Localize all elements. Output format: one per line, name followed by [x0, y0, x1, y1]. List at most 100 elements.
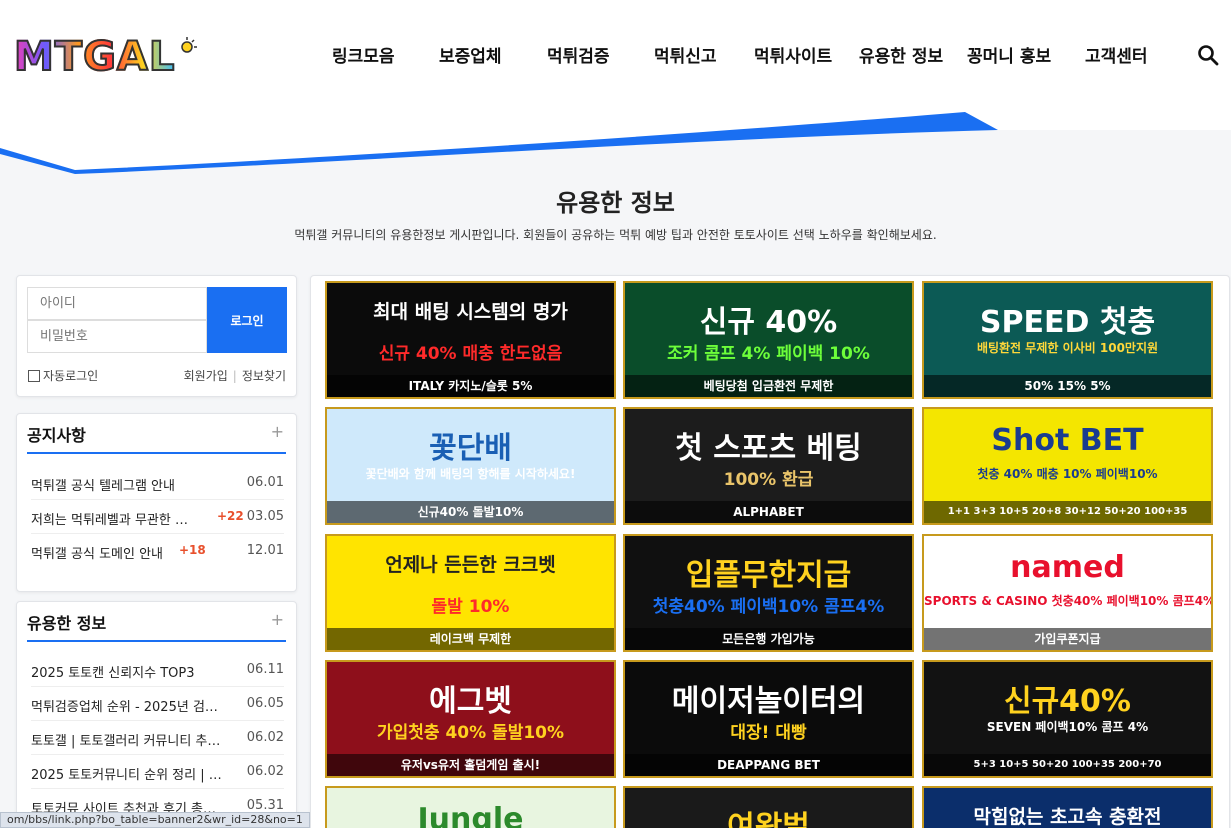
ad-banner[interactable]: SPEED 첫충 배팅환전 무제한 이사비 100만지원 50% 15% 5% [922, 281, 1213, 399]
banner-headline: Jungle [417, 802, 524, 828]
list-item[interactable]: 2025 토토커뮤니티 순위 정리 | … 06.02 [31, 755, 284, 789]
list-item[interactable]: 토토갤 | 토토갤러리 커뮤니티 추… 06.02 [31, 721, 284, 755]
list-item-title: 토토갤 | 토토갤러리 커뮤니티 추… [31, 734, 221, 749]
notice-panel: 공지사항 + 먹튀갤 공식 텔레그램 안내 06.01 저희는 먹튀레벨과 무관… [16, 413, 297, 592]
comment-count: +18 [179, 543, 206, 557]
useful-info-panel: 유용한 정보 + 2025 토토캔 신뢰지수 TOP3 06.11 먹튀검증업체… [16, 601, 297, 828]
banner-headline: 최대 배팅 시스템의 명가 [373, 301, 568, 323]
banner-headline: named [1010, 550, 1125, 585]
username-input[interactable] [27, 287, 207, 320]
banner-footer: 가입쿠폰지급 [924, 628, 1211, 650]
ad-banner[interactable]: 입플무한지급첫충40% 페이백10% 콤프4% 모든은행 가입가능 [623, 534, 914, 652]
banner-headline: Shot BET [991, 423, 1144, 458]
banner-grid: 최대 배팅 시스템의 명가신규 40% 매충 한도없음 ITALY 카지노/슬롯 … [310, 275, 1230, 828]
banner-headline: 신규 40% [699, 305, 838, 340]
status-bar-url: om/bbs/link.php?bo_table=banner2&wr_id=2… [0, 812, 310, 828]
ad-banner[interactable]: 에그벳 가입첫충 40% 돌발10% 유저vs유저 홀덤게임 출시! [325, 660, 616, 778]
banner-headline: 메이저놀이터의 [671, 684, 866, 719]
nav-link-scam-sites[interactable]: 먹튀사이트 [754, 42, 832, 67]
useful-title: 유용한 정보 [27, 614, 107, 633]
list-item[interactable]: 먹튀갤 공식 도메인 안내 +18 12.01 [31, 534, 284, 568]
list-item[interactable]: 저희는 먹튀레벨과 무관한 … +22 03.05 [31, 500, 284, 534]
list-item-date: 06.01 [246, 475, 284, 490]
banner-headline: 첫 스포츠 베팅 [675, 431, 862, 466]
banner-footer: DEAPPANG BET [625, 754, 912, 776]
nav-link-guaranteed[interactable]: 보증업체 [439, 42, 502, 67]
useful-more-icon[interactable]: + [271, 610, 284, 629]
banner-subline: 돌발 10% [431, 597, 510, 617]
banner-headline: 에그벳 [429, 684, 512, 719]
checkbox-box[interactable] [28, 369, 40, 382]
ad-banner[interactable]: 메이저놀이터의 대장! 대빵 DEAPPANG BET [623, 660, 914, 778]
notice-header: 공지사항 + [27, 422, 286, 454]
banner-footer: 1+1 3+3 10+5 20+8 30+12 50+20 100+35 [924, 501, 1211, 523]
list-item[interactable]: 먹튀검증업체 순위 - 2025년 검… 06.05 [31, 687, 284, 721]
nav-link-useful-info[interactable]: 유용한 정보 [859, 42, 943, 67]
notice-more-icon[interactable]: + [271, 422, 284, 441]
list-item-title: 먹튀검증업체 순위 - 2025년 검… [31, 700, 218, 715]
site-header: MTGAL 링크모음 보증업체 먹튀검증 먹튀신고 먹튀사이트 유용한 정보 꽁… [0, 0, 1231, 112]
banner-subline: 첫충40% 페이백10% 콤프4% [652, 597, 885, 617]
banner-footer: 레이크백 무제한 [327, 628, 614, 650]
nav-link-links[interactable]: 링크모음 [332, 42, 395, 67]
password-input[interactable] [27, 320, 207, 353]
banner-subline: SEVEN 페이백10% 콤프 4% [986, 720, 1149, 734]
auto-login-checkbox[interactable]: 자동로그인 [28, 367, 98, 384]
ad-banner[interactable]: Jungle [325, 786, 616, 828]
list-item-title: 먹튀갤 공식 텔레그램 안내 [31, 479, 175, 494]
ad-banner[interactable]: 신규 40% 조커 콤프 4% 페이백 10% 베팅당첨 입금환전 무제한 [623, 281, 914, 399]
banner-subline: 배팅환전 무제한 이사비 100만지원 [976, 341, 1159, 355]
list-item-date: 06.02 [246, 764, 284, 779]
hero-swoosh [0, 112, 1231, 174]
banner-footer: 5+3 10+5 50+20 100+35 200+70 [924, 754, 1211, 776]
banner-headline: SPEED 첫충 [979, 305, 1156, 340]
list-item-date: 06.05 [246, 696, 284, 711]
banner-footer: ALPHABET [625, 501, 912, 523]
ad-banner[interactable]: 언제나 든든한 크크벳 돌발 10% 레이크백 무제한 [325, 534, 616, 652]
list-item-title: 2025 토토커뮤니티 순위 정리 | … [31, 768, 222, 783]
login-links: 회원가입 | 정보찾기 [184, 367, 286, 384]
banner-subline: 첫충 40% 매충 10% 페이백10% [977, 467, 1158, 481]
banner-headline: 신규40% [1003, 684, 1131, 719]
page-description: 먹튀갤 커뮤니티의 유용한정보 게시판입니다. 회원들이 공유하는 먹튀 예방 … [294, 228, 937, 242]
ad-banner[interactable]: Shot BET 첫충 40% 매충 10% 페이백10% 1+1 3+3 10+5… [922, 407, 1213, 525]
ad-banner[interactable]: 최대 배팅 시스템의 명가신규 40% 매충 한도없음 ITALY 카지노/슬롯 … [325, 281, 616, 399]
banner-subline: 가입첫충 40% 돌발10% [376, 723, 565, 743]
ad-banner[interactable]: 첫 스포츠 베팅 100% 환급 ALPHABET [623, 407, 914, 525]
ad-banner[interactable]: 여왕벌 [623, 786, 914, 828]
banner-headline: 꽃단배 [429, 431, 512, 466]
nav-link-free-money[interactable]: 꽁머니 홍보 [967, 42, 1051, 67]
nav-link-verify[interactable]: 먹튀검증 [547, 42, 610, 67]
banner-headline: 입플무한지급 [685, 558, 852, 593]
list-item-date: 12.01 [246, 543, 284, 558]
nav-link-support[interactable]: 고객센터 [1085, 42, 1148, 67]
banner-footer: ITALY 카지노/슬롯 5% [327, 375, 614, 397]
ad-banner[interactable]: named SPORTS & CASINO 첫충40% 페이백10% 콤프4% 가입… [922, 534, 1213, 652]
ad-banner[interactable]: 꽃단배 꽃단배와 함께 배팅의 항해를 시작하세요! 신규40% 돌발10% [325, 407, 616, 525]
ad-banner[interactable]: 막힘없는 초고속 충환전가입40% [922, 786, 1213, 828]
search-icon[interactable] [1197, 44, 1219, 66]
banner-subline: 꽃단배와 함께 배팅의 항해를 시작하세요! [365, 467, 576, 481]
login-panel: 로그인 자동로그인 회원가입 | 정보찾기 [16, 275, 297, 397]
site-logo[interactable]: MTGAL [13, 33, 198, 81]
login-button[interactable]: 로그인 [207, 287, 287, 353]
list-item[interactable]: 2025 토토캔 신뢰지수 TOP3 06.11 [31, 653, 284, 687]
list-item-date: 05.31 [246, 798, 284, 813]
banner-subline: 신규 40% 매충 한도없음 [378, 344, 563, 364]
link-divider: | [232, 369, 237, 383]
find-info-link[interactable]: 정보찾기 [242, 369, 286, 383]
banner-footer: 모든은행 가입가능 [625, 628, 912, 650]
auto-login-label: 자동로그인 [43, 369, 99, 383]
banner-subline: SPORTS & CASINO 첫충40% 페이백10% 콤프4% [924, 594, 1213, 608]
list-item-title: 2025 토토캔 신뢰지수 TOP3 [31, 666, 195, 681]
notice-title: 공지사항 [27, 426, 86, 445]
list-item-date: 03.05 [246, 509, 284, 524]
sun-icon [181, 37, 198, 53]
signup-link[interactable]: 회원가입 [184, 369, 228, 383]
banner-footer: 신규40% 돌발10% [327, 501, 614, 523]
banner-subline: 조커 콤프 4% 페이백 10% [667, 344, 870, 364]
ad-banner[interactable]: 신규40% SEVEN 페이백10% 콤프 4% 5+3 10+5 50+20 10… [922, 660, 1213, 778]
nav-link-report[interactable]: 먹튀신고 [654, 42, 717, 67]
list-item[interactable]: 먹튀갤 공식 텔레그램 안내 06.01 [31, 466, 284, 500]
page-title: 유용한 정보 [556, 189, 675, 217]
